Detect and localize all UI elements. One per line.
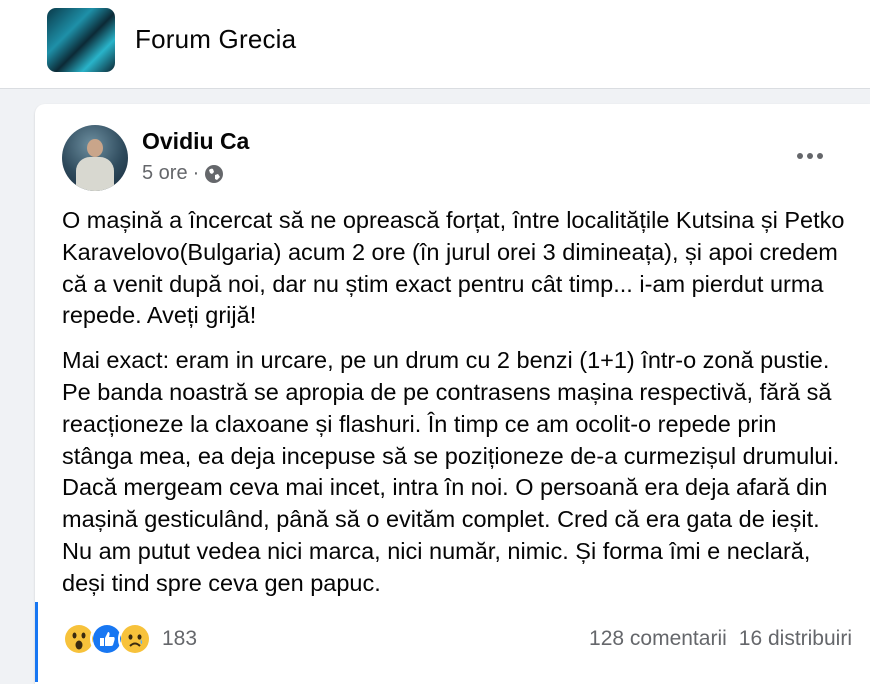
meta-separator: · (192, 162, 200, 184)
comments-count[interactable]: 128 comentarii (589, 627, 727, 651)
post-footer: 183 128 comentarii 16 distribuiri (62, 622, 852, 656)
post-time[interactable]: 5 ore (142, 162, 188, 185)
highlight-bar (35, 602, 38, 682)
reactions-summary[interactable]: 183 (62, 622, 197, 656)
globe-icon[interactable] (204, 164, 224, 184)
author-avatar[interactable] (62, 125, 128, 191)
author-name[interactable]: Ovidiu Ca (142, 128, 249, 155)
post-paragraph: Mai exact: eram in urcare, pe un drum cu… (62, 347, 840, 596)
reactions-count[interactable]: 183 (162, 627, 197, 651)
group-name[interactable]: Forum Grecia (135, 24, 296, 55)
post-card: Ovidiu Ca 5 ore · O mașină a încercat să… (35, 104, 870, 684)
more-options-icon[interactable] (790, 142, 830, 170)
group-avatar[interactable] (47, 8, 115, 72)
post-body: O mașină a încercat să ne oprească forța… (62, 205, 852, 613)
post-meta: 5 ore · (142, 162, 224, 185)
post-paragraph: O mașină a încercat să ne oprească forța… (62, 207, 845, 329)
shares-count[interactable]: 16 distribuiri (739, 627, 852, 651)
engagement-stats: 128 comentarii 16 distribuiri (589, 627, 852, 651)
sad-reaction-icon (118, 622, 152, 656)
group-header: Forum Grecia (0, 0, 870, 89)
